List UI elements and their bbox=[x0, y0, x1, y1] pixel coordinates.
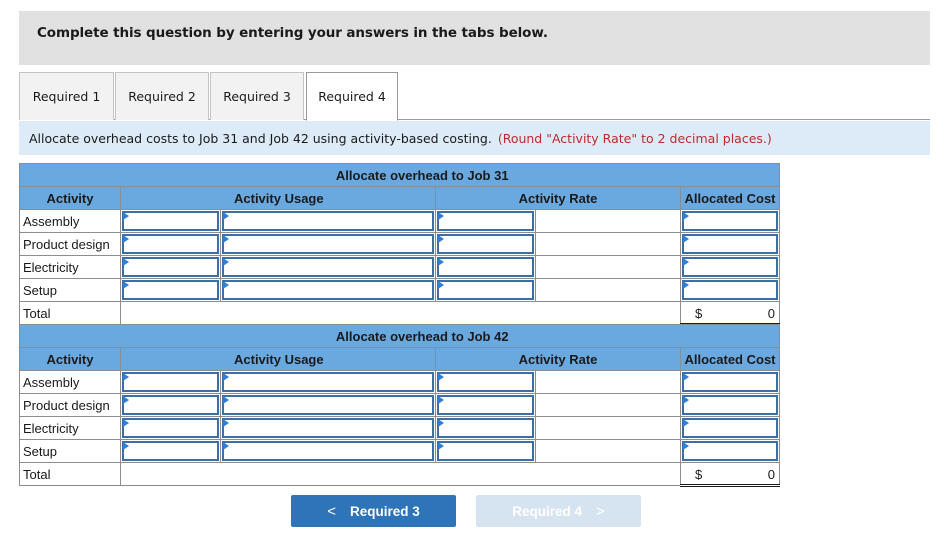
column-header-activity-usage: Activity Usage bbox=[120, 347, 436, 371]
table-row: Assembly bbox=[19, 370, 780, 394]
row-label: Setup bbox=[19, 439, 121, 463]
cost-input[interactable] bbox=[680, 370, 780, 394]
rate-input[interactable] bbox=[435, 232, 536, 256]
rate-input[interactable] bbox=[435, 370, 536, 394]
banner-text: Complete this question by entering your … bbox=[37, 25, 548, 41]
total-label: Total bbox=[19, 462, 121, 486]
cost-input[interactable] bbox=[680, 255, 780, 279]
column-header-activity: Activity bbox=[19, 186, 121, 210]
column-header-activity-rate: Activity Rate bbox=[435, 186, 681, 210]
total-amount: 0 bbox=[767, 306, 775, 321]
rate-input[interactable] bbox=[435, 439, 536, 463]
usage-input-1[interactable] bbox=[120, 370, 221, 394]
usage-input-1[interactable] bbox=[120, 416, 221, 440]
tab-required-1[interactable]: Required 1 bbox=[19, 72, 114, 120]
chevron-right-icon: > bbox=[596, 502, 605, 520]
table-row: Product design bbox=[19, 232, 780, 256]
table-row: Assembly bbox=[19, 209, 780, 233]
usage-input-2[interactable] bbox=[220, 232, 436, 256]
row-label: Setup bbox=[19, 278, 121, 302]
next-required-4-button[interactable]: Required 4 > bbox=[476, 495, 641, 527]
total-label: Total bbox=[19, 301, 121, 325]
chevron-left-icon: < bbox=[327, 502, 336, 520]
job-42-allocation-table: Allocate overhead to Job 42 Activity Act… bbox=[19, 324, 780, 487]
total-row: Total $ 0 bbox=[19, 301, 780, 326]
tab-required-2[interactable]: Required 2 bbox=[115, 72, 209, 120]
cost-input[interactable] bbox=[680, 439, 780, 463]
total-amount: 0 bbox=[767, 467, 775, 482]
row-label: Product design bbox=[19, 232, 121, 256]
currency-symbol: $ bbox=[695, 306, 703, 321]
tab-required-4[interactable]: Required 4 bbox=[306, 72, 398, 121]
row-label: Assembly bbox=[19, 209, 121, 233]
table-row: Product design bbox=[19, 393, 780, 417]
instruction-text: Allocate overhead costs to Job 31 and Jo… bbox=[29, 130, 492, 146]
table-title: Allocate overhead to Job 42 bbox=[19, 324, 681, 348]
usage-input-1[interactable] bbox=[120, 439, 221, 463]
cost-input[interactable] bbox=[680, 278, 780, 302]
rate-input[interactable] bbox=[435, 255, 536, 279]
total-allocated-cost: $ 0 bbox=[680, 462, 780, 487]
column-header-activity-rate: Activity Rate bbox=[435, 347, 681, 371]
usage-input-2[interactable] bbox=[220, 209, 436, 233]
usage-input-1[interactable] bbox=[120, 209, 221, 233]
table-title: Allocate overhead to Job 31 bbox=[19, 163, 681, 187]
usage-input-1[interactable] bbox=[120, 278, 221, 302]
rate-input[interactable] bbox=[435, 416, 536, 440]
column-header-activity: Activity bbox=[19, 347, 121, 371]
instruction-bar: Allocate overhead costs to Job 31 and Jo… bbox=[19, 121, 930, 155]
instructions-banner: Complete this question by entering your … bbox=[19, 11, 930, 65]
column-header-allocated-cost: Allocated Cost bbox=[680, 186, 780, 210]
row-label: Electricity bbox=[19, 416, 121, 440]
cost-input[interactable] bbox=[680, 393, 780, 417]
next-button-label: Required 4 bbox=[512, 503, 582, 519]
job-31-allocation-table: Allocate overhead to Job 31 Activity Act… bbox=[19, 163, 780, 326]
rounding-note: (Round "Activity Rate" to 2 decimal plac… bbox=[497, 130, 772, 146]
row-label: Electricity bbox=[19, 255, 121, 279]
table-row: Setup bbox=[19, 439, 780, 463]
table-row: Electricity bbox=[19, 255, 780, 279]
usage-input-2[interactable] bbox=[220, 439, 436, 463]
usage-input-1[interactable] bbox=[120, 393, 221, 417]
column-header-activity-usage: Activity Usage bbox=[120, 186, 436, 210]
row-label: Product design bbox=[19, 393, 121, 417]
column-header-allocated-cost: Allocated Cost bbox=[680, 347, 780, 371]
usage-input-2[interactable] bbox=[220, 255, 436, 279]
table-title-text: Allocate overhead to Job 31 bbox=[335, 167, 509, 183]
usage-input-2[interactable] bbox=[220, 393, 436, 417]
tab-bar: Required 1 Required 2 Required 3 Require… bbox=[19, 72, 930, 121]
previous-button-label: Required 3 bbox=[349, 503, 420, 519]
tab-required-3[interactable]: Required 3 bbox=[210, 72, 304, 120]
table-row: Electricity bbox=[19, 416, 780, 440]
table-row: Setup bbox=[19, 278, 780, 302]
total-allocated-cost: $ 0 bbox=[680, 301, 780, 326]
table-title-text: Allocate overhead to Job 42 bbox=[335, 328, 509, 344]
usage-input-2[interactable] bbox=[220, 278, 436, 302]
row-label: Assembly bbox=[19, 370, 121, 394]
usage-input-2[interactable] bbox=[220, 416, 436, 440]
previous-required-3-button[interactable]: < Required 3 bbox=[291, 495, 456, 527]
rate-input[interactable] bbox=[435, 278, 536, 302]
usage-input-1[interactable] bbox=[120, 232, 221, 256]
cost-input[interactable] bbox=[680, 232, 780, 256]
rate-input[interactable] bbox=[435, 209, 536, 233]
rate-input[interactable] bbox=[435, 393, 536, 417]
cost-input[interactable] bbox=[680, 209, 780, 233]
currency-symbol: $ bbox=[695, 467, 703, 482]
usage-input-1[interactable] bbox=[120, 255, 221, 279]
cost-input[interactable] bbox=[680, 416, 780, 440]
usage-input-2[interactable] bbox=[220, 370, 436, 394]
total-row: Total $ 0 bbox=[19, 462, 780, 487]
